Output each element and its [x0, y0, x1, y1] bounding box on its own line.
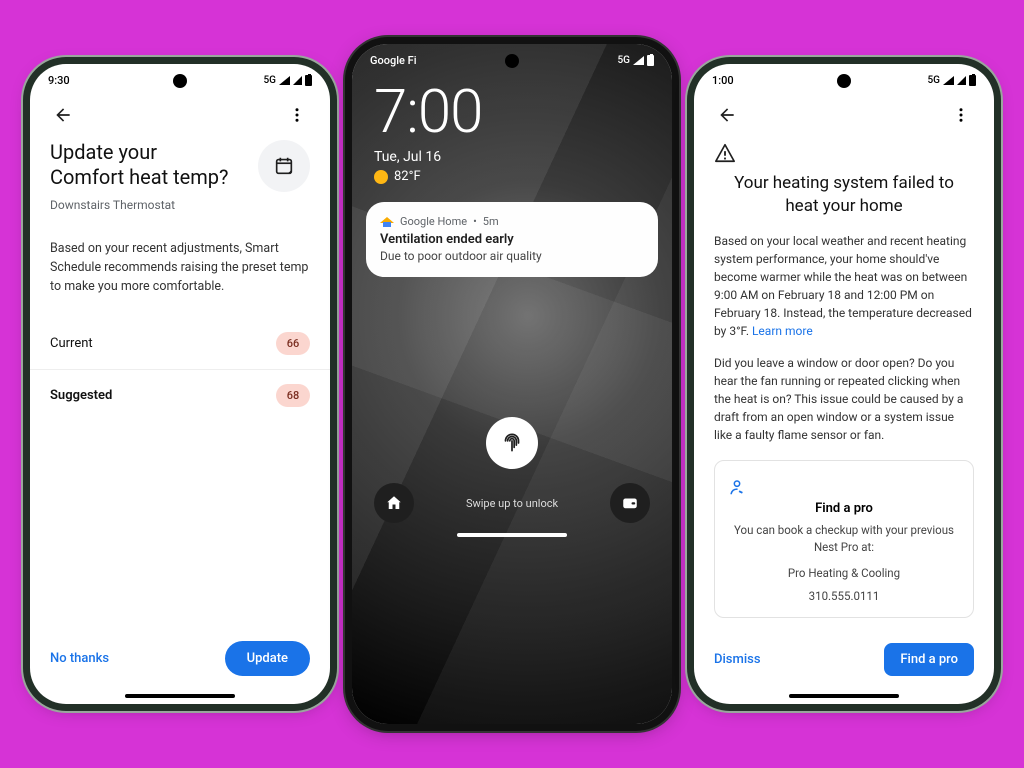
temp-rows: Current 66 Suggested 68 — [30, 318, 330, 421]
status-network: 5G — [618, 55, 631, 66]
lock-clock: 7:00 — [352, 72, 672, 147]
back-button[interactable] — [46, 98, 80, 132]
weather-temp: 82°F — [394, 169, 421, 184]
warning-icon — [714, 142, 974, 164]
fingerprint-button[interactable] — [486, 417, 538, 469]
pro-name: Pro Heating & Cooling — [727, 565, 961, 582]
signal-icon — [943, 76, 954, 85]
learn-more-link[interactable]: Learn more — [752, 324, 813, 338]
swipe-hint: Swipe up to unlock — [466, 497, 558, 510]
battery-icon — [647, 55, 654, 66]
lock-weather: 82°F — [352, 165, 672, 184]
page-subtitle: Downstairs Thermostat — [30, 192, 330, 212]
pro-icon — [727, 477, 961, 497]
page-title: Your heating system failed to heat your … — [714, 172, 974, 218]
para-2: Did you leave a window or door open? Do … — [714, 354, 974, 444]
notification-age: 5m — [483, 215, 499, 228]
status-right: 5G — [618, 55, 655, 66]
status-network: 5G — [264, 75, 277, 86]
notification-body: Due to poor outdoor air quality — [380, 249, 644, 263]
dot-sep: • — [473, 215, 477, 228]
arrow-left-icon — [53, 105, 73, 125]
home-shortcut-button[interactable] — [374, 483, 414, 523]
card-heading: Find a pro — [727, 501, 961, 516]
find-a-pro-card: Find a pro You can book a checkup with y… — [714, 460, 974, 618]
overflow-button[interactable] — [944, 98, 978, 132]
sun-icon — [374, 170, 388, 184]
fingerprint-icon — [499, 430, 525, 456]
notification-app: Google Home — [400, 215, 467, 228]
overflow-button[interactable] — [280, 98, 314, 132]
card-body: You can book a checkup with your previou… — [727, 522, 961, 555]
status-right: 5G — [928, 75, 977, 86]
gesture-bar[interactable] — [457, 533, 567, 537]
phone-lockscreen: Google Fi 5G 7:00 Tue, Jul 16 82°F Googl… — [352, 44, 672, 724]
find-a-pro-button[interactable]: Find a pro — [884, 643, 974, 676]
battery-icon — [969, 75, 976, 86]
update-button[interactable]: Update — [225, 641, 310, 676]
notification-card[interactable]: Google Home • 5m Ventilation ended early… — [366, 202, 658, 277]
status-time: 9:30 — [48, 74, 70, 87]
row-label: Suggested — [50, 388, 112, 403]
page-title: Update your Comfort heat temp? — [50, 140, 250, 190]
camera-hole — [837, 74, 851, 88]
status-right: 5G — [264, 75, 313, 86]
phone-comfort-temp: 9:30 5G Update your Comfort heat temp? D… — [30, 64, 330, 704]
status-time: 1:00 — [712, 74, 734, 87]
temp-chip-suggested: 68 — [276, 384, 310, 407]
gesture-bar[interactable] — [789, 694, 899, 698]
lock-date: Tue, Jul 16 — [352, 147, 672, 165]
schedule-icon-circle[interactable] — [258, 140, 310, 192]
camera-hole — [173, 74, 187, 88]
temp-chip-current: 66 — [276, 332, 310, 355]
status-carrier: Google Fi — [370, 54, 417, 67]
phone-heating-alert: 1:00 5G Your heating system failed to he… — [694, 64, 994, 704]
signal-icon — [293, 76, 302, 85]
notification-title: Ventilation ended early — [380, 232, 644, 247]
signal-icon — [957, 76, 966, 85]
no-thanks-button[interactable]: No thanks — [50, 651, 109, 666]
dismiss-button[interactable]: Dismiss — [714, 652, 761, 667]
home-icon — [385, 494, 403, 512]
status-network: 5G — [928, 75, 941, 86]
wallet-shortcut-button[interactable] — [610, 483, 650, 523]
battery-icon — [305, 75, 312, 86]
arrow-left-icon — [717, 105, 737, 125]
pro-phone: 310.555.0111 — [727, 588, 961, 605]
signal-icon — [279, 76, 290, 85]
calendar-sparkle-icon — [273, 155, 295, 177]
row-current: Current 66 — [30, 318, 330, 369]
more-vert-icon — [288, 106, 306, 124]
google-home-icon — [380, 214, 394, 228]
para-1-text: Based on your local weather and recent h… — [714, 234, 972, 338]
gesture-bar[interactable] — [125, 694, 235, 698]
signal-icon — [633, 56, 644, 65]
body-text: Based on your recent adjustments, Smart … — [30, 212, 330, 296]
row-suggested: Suggested 68 — [30, 369, 330, 421]
wallet-icon — [621, 494, 639, 512]
back-button[interactable] — [710, 98, 744, 132]
para-1: Based on your local weather and recent h… — [714, 232, 974, 340]
row-label: Current — [50, 336, 93, 351]
more-vert-icon — [952, 106, 970, 124]
notification-header: Google Home • 5m — [380, 214, 644, 228]
camera-hole — [505, 54, 519, 68]
